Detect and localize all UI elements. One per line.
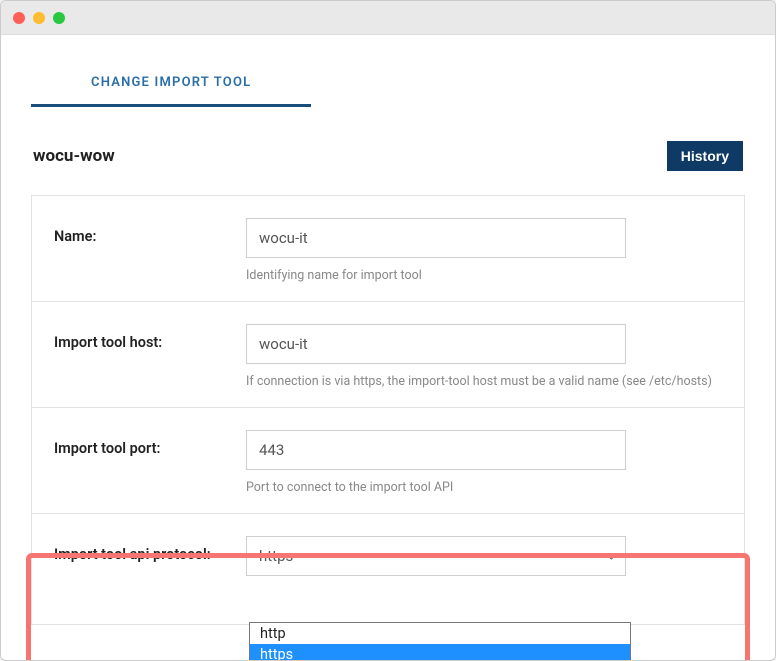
row-name: Name: Identifying name for import tool [32,196,744,302]
window-close-icon[interactable] [13,12,25,24]
protocol-dropdown-list[interactable]: http https [249,622,631,660]
row-port: Import tool port: Port to connect to the… [32,408,744,514]
protocol-select[interactable]: https [246,536,626,576]
label-host: Import tool host: [54,324,246,351]
help-name: Identifying name for import tool [246,268,722,283]
label-port: Import tool port: [54,430,246,457]
content-area: CHANGE IMPORT TOOL wocu-wow History Name… [1,35,775,660]
header-row: wocu-wow History [31,141,745,171]
port-input[interactable] [246,430,626,470]
page-title: wocu-wow [33,146,115,166]
help-host: If connection is via https, the import-t… [246,374,722,389]
window-titlebar [1,1,775,35]
window-minimize-icon[interactable] [33,12,45,24]
protocol-option-http[interactable]: http [250,623,630,644]
protocol-option-https[interactable]: https [250,644,630,660]
name-input[interactable] [246,218,626,258]
app-window: CHANGE IMPORT TOOL wocu-wow History Name… [0,0,776,661]
tab-change-import-tool[interactable]: CHANGE IMPORT TOOL [31,61,311,107]
label-name: Name: [54,218,246,245]
label-protocol: Import tool api protocol: [54,536,246,563]
tab-bar: CHANGE IMPORT TOOL [31,61,745,107]
history-button[interactable]: History [667,141,743,171]
form-panel: Name: Identifying name for import tool I… [31,195,745,625]
window-maximize-icon[interactable] [53,12,65,24]
row-host: Import tool host: If connection is via h… [32,302,744,408]
host-input[interactable] [246,324,626,364]
help-port: Port to connect to the import tool API [246,480,722,495]
row-protocol: Import tool api protocol: https ⌄ [32,514,744,624]
